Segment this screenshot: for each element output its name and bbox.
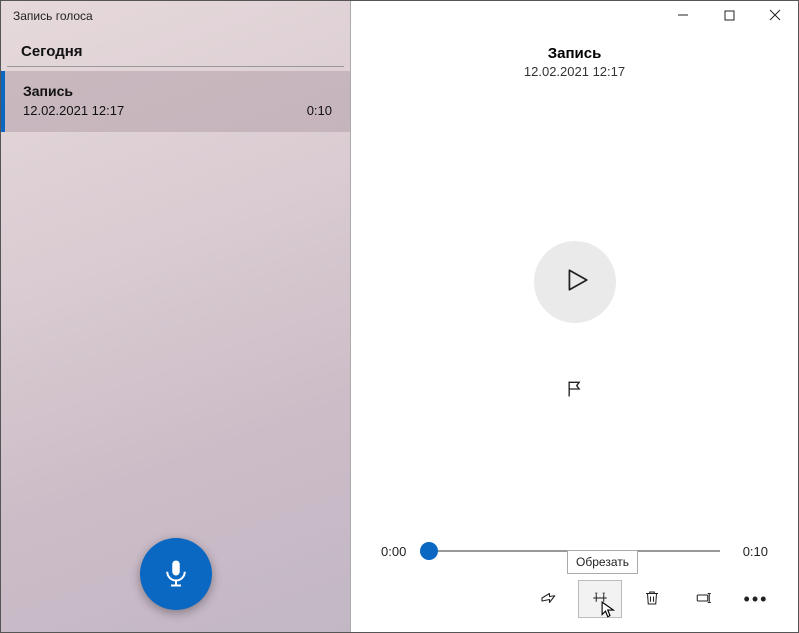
recording-name: Запись xyxy=(23,83,332,99)
detail-header: Запись 12.02.2021 12:17 xyxy=(351,45,798,79)
rename-button[interactable] xyxy=(682,580,726,618)
section-header: Сегодня xyxy=(7,29,344,67)
sidebar: Запись голоса Сегодня Запись 12.02.2021 … xyxy=(1,1,351,632)
seek-slider[interactable] xyxy=(429,542,720,560)
share-button[interactable] xyxy=(526,580,570,618)
trim-icon xyxy=(591,589,609,610)
minimize-button[interactable] xyxy=(660,1,706,31)
recording-duration: 0:10 xyxy=(307,103,332,118)
minimize-icon xyxy=(677,8,689,24)
play-area xyxy=(351,119,798,530)
maximize-button[interactable] xyxy=(706,1,752,31)
recording-list-item[interactable]: Запись 12.02.2021 12:17 0:10 xyxy=(1,71,350,132)
timeline: 0:00 0:10 xyxy=(351,530,798,560)
window-controls xyxy=(660,1,798,31)
detail-title: Запись xyxy=(351,45,798,62)
trash-icon xyxy=(643,589,661,610)
maximize-icon xyxy=(724,8,735,24)
seek-thumb[interactable] xyxy=(420,542,438,560)
more-button[interactable]: ••• xyxy=(734,580,778,618)
flag-button[interactable] xyxy=(557,373,593,409)
microphone-icon xyxy=(161,558,191,591)
track-line xyxy=(429,550,720,552)
share-icon xyxy=(539,589,557,610)
record-button[interactable] xyxy=(140,538,212,610)
delete-button[interactable] xyxy=(630,580,674,618)
time-total: 0:10 xyxy=(732,544,768,559)
close-button[interactable] xyxy=(752,1,798,31)
rename-icon xyxy=(695,589,713,610)
detail-subtitle: 12.02.2021 12:17 xyxy=(351,64,798,79)
close-icon xyxy=(769,8,781,24)
trim-button[interactable] xyxy=(578,580,622,618)
toolbar: Обрезать xyxy=(351,560,798,632)
recording-date: 12.02.2021 12:17 xyxy=(23,103,124,118)
flag-icon xyxy=(565,379,585,402)
app-title: Запись голоса xyxy=(1,1,350,29)
main-panel: Запись 12.02.2021 12:17 0:00 xyxy=(351,1,798,632)
play-icon xyxy=(560,267,590,296)
time-current: 0:00 xyxy=(381,544,417,559)
app-window: Запись голоса Сегодня Запись 12.02.2021 … xyxy=(0,0,799,633)
more-icon: ••• xyxy=(744,590,769,608)
play-button[interactable] xyxy=(534,241,616,323)
